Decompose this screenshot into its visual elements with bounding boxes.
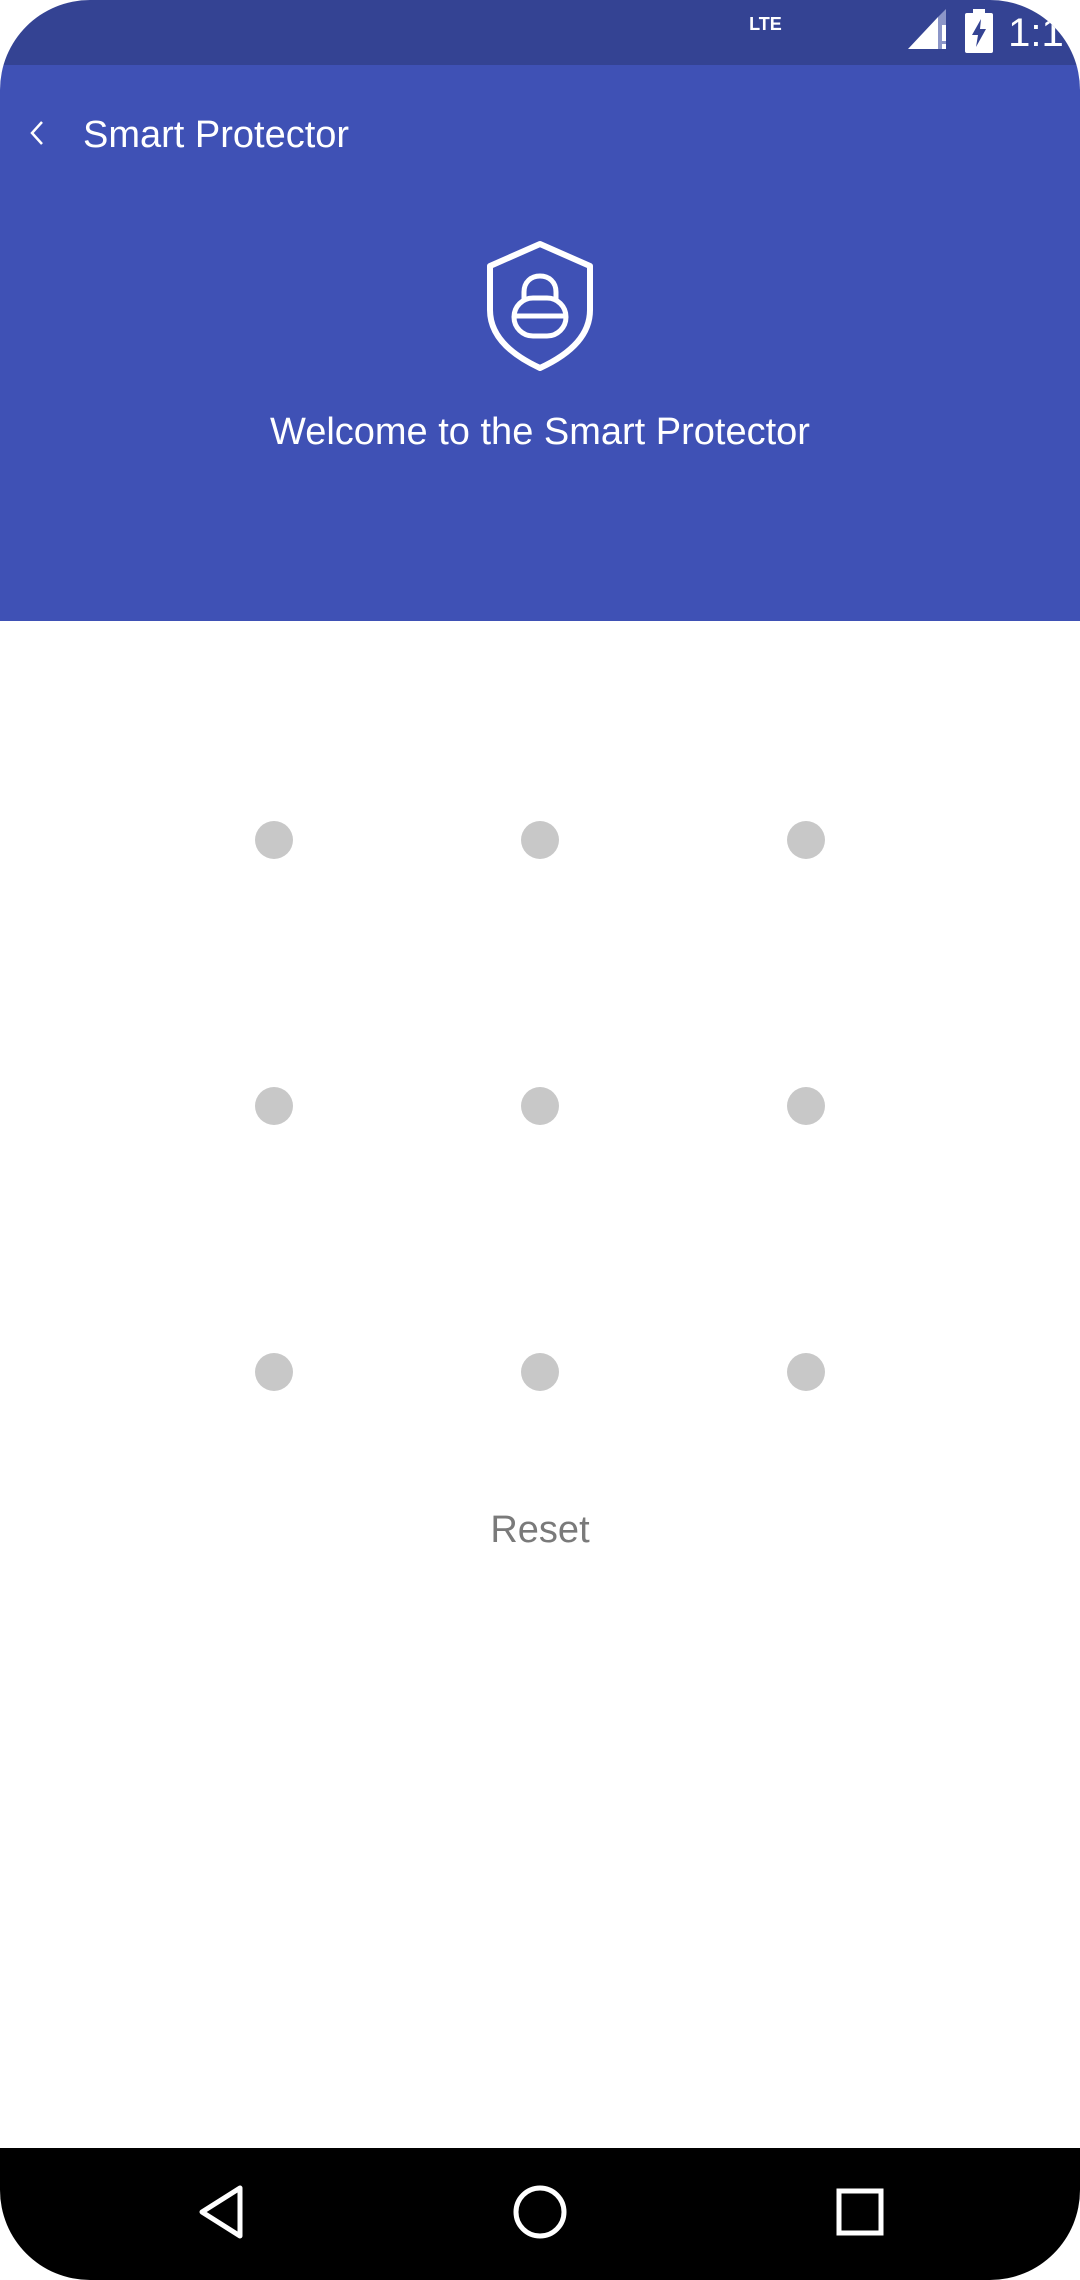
pattern-dot[interactable] [521,821,559,859]
screen: LTE 1:19 Smart Protector Welcome to the … [0,0,1080,2280]
recents-square-icon [835,2187,885,2242]
home-circle-icon [512,2184,568,2245]
shield-lock-icon [484,240,596,372]
chevron-left-icon [27,119,47,152]
status-bar: LTE 1:19 [0,0,1080,65]
back-triangle-icon [194,2184,248,2245]
welcome-text: Welcome to the Smart Protector [270,411,810,453]
signal-icon [904,8,964,58]
page-title: Smart Protector [83,114,350,156]
app-header: Smart Protector Welcome to the Smart Pro… [0,65,1080,621]
status-icons: LTE 1:19 [749,8,1080,58]
pattern-dot[interactable] [521,1087,559,1125]
pattern-dot[interactable] [255,1087,293,1125]
pattern-dot[interactable] [521,1353,559,1391]
pattern-dot[interactable] [787,821,825,859]
nav-recents-button[interactable] [824,2178,896,2250]
battery-charging-icon [964,8,1008,58]
status-time: 1:19 [1008,10,1080,55]
reset-button[interactable]: Reset [0,1508,1080,1552]
pattern-dot[interactable] [787,1353,825,1391]
nav-back-button[interactable] [185,2178,257,2250]
pattern-lock-grid[interactable] [0,621,1080,1421]
nav-home-button[interactable] [504,2178,576,2250]
navigation-bar [0,2148,1080,2280]
pattern-dot[interactable] [787,1087,825,1125]
lte-indicator: LTE [749,14,782,34]
pattern-dot[interactable] [255,821,293,859]
back-button[interactable] [20,115,54,155]
pattern-dot[interactable] [255,1353,293,1391]
